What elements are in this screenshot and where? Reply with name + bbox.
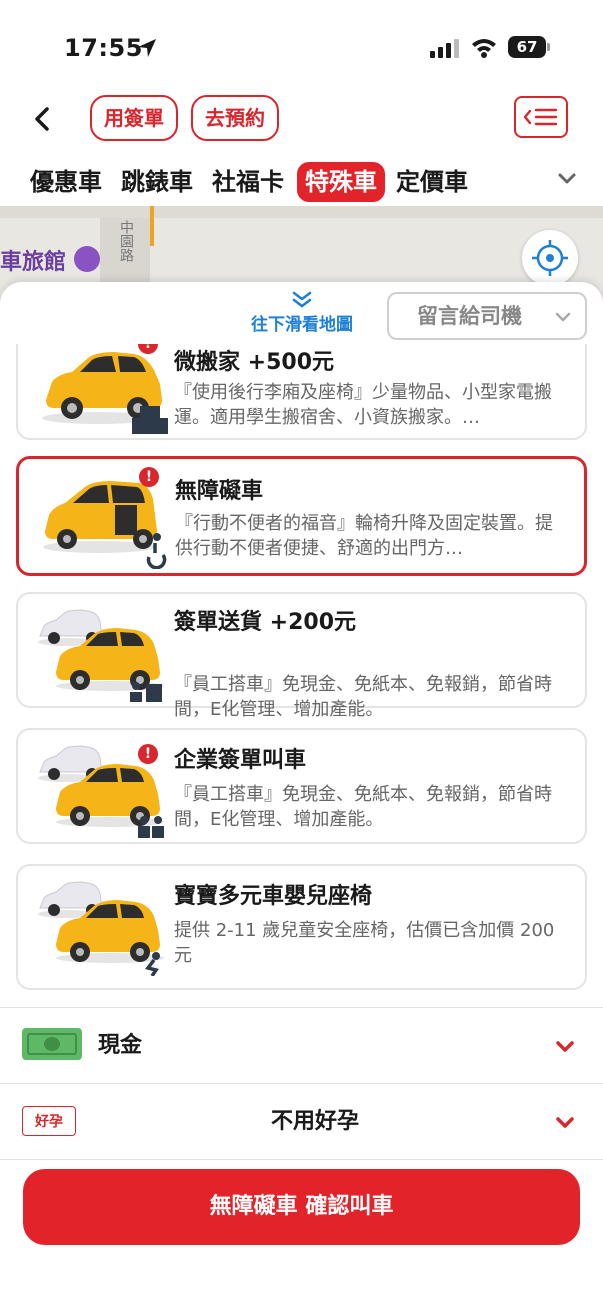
- info-icon[interactable]: !: [138, 744, 158, 764]
- reserve-button[interactable]: 去預約: [191, 95, 279, 141]
- service-card-corporate[interactable]: ! 企業簽單叫車 『員工搭車』免現金、免紙本、免報銷，節省時間，E化管理、增加產…: [16, 728, 587, 844]
- chevron-down-icon: [556, 1117, 574, 1128]
- chevron-down-icon: [556, 1041, 574, 1052]
- location-arrow-icon: [138, 39, 156, 57]
- tab-meter-car[interactable]: 跳錶車: [121, 162, 193, 202]
- service-card-accessible[interactable]: ! 無障礙車 『行動不便者的福音』輪椅升降及固定裝置。提供行動不便者便捷、舒適的…: [16, 456, 587, 576]
- tab-welfare-card[interactable]: 社福卡: [212, 162, 284, 202]
- child-seat-taxi-icon: [38, 881, 164, 976]
- battery-level: 67: [508, 36, 546, 58]
- status-bar: 17:55 67: [0, 0, 603, 90]
- delivery-taxi-icon: [38, 609, 164, 702]
- hotel-icon: [74, 246, 100, 272]
- service-title: 微搬家 +500元: [174, 350, 335, 375]
- cell-signal-icon: [430, 39, 459, 58]
- service-description: 『員工搭車』免現金、免紙本、免報銷，節省時間，E化管理、增加產能。: [174, 784, 552, 830]
- service-description: 『行動不便者的福音』輪椅升降及固定裝置。提供行動不便者便捷、舒適的出門方…: [175, 513, 553, 559]
- wifi-icon: [472, 39, 496, 58]
- chevron-down-icon[interactable]: [557, 172, 577, 186]
- tab-fixed-price-car[interactable]: 定價車: [396, 162, 468, 202]
- service-title: 簽單送貨 +200元: [174, 610, 357, 635]
- cash-icon: [22, 1028, 82, 1060]
- locate-me-button[interactable]: [522, 230, 578, 286]
- service-title: 企業簽單叫車: [174, 748, 307, 773]
- service-description: 『員工搭車』免現金、免紙本、免報銷，節省時間，E化管理、增加產能。: [174, 674, 552, 720]
- tab-special-car[interactable]: 特殊車: [297, 162, 385, 202]
- service-list: ! 微搬家 +500元 『使用後行李廂及座椅』少量物品、小型家電搬運。適用學生搬…: [0, 344, 603, 1006]
- double-chevron-down-icon: [292, 291, 312, 308]
- collapse-menu-icon: [523, 108, 558, 126]
- map-street-label: 中園路: [118, 220, 134, 262]
- swipe-hint[interactable]: 往下滑看地圖: [232, 290, 372, 335]
- info-icon[interactable]: !: [139, 467, 159, 487]
- swipe-hint-label: 往下滑看地圖: [251, 315, 353, 335]
- message-driver-select[interactable]: 留言給司機: [387, 292, 587, 340]
- payment-method-row[interactable]: 現金: [0, 1007, 603, 1083]
- wheelchair-van-icon: [43, 481, 167, 569]
- sign-order-button[interactable]: 用簽單: [90, 95, 178, 141]
- back-chevron-icon[interactable]: [28, 104, 58, 134]
- service-card-moving[interactable]: ! 微搬家 +500元 『使用後行李廂及座椅』少量物品、小型家電搬運。適用學生搬…: [16, 344, 587, 440]
- tab-discount-car[interactable]: 優惠車: [30, 162, 102, 202]
- service-description: 提供 2-11 歲兒童安全座椅，估價已含加價 200元: [174, 920, 555, 966]
- service-card-delivery[interactable]: 簽單送貨 +200元 『員工搭車』免現金、免紙本、免報銷，節省時間，E化管理、增…: [16, 592, 587, 720]
- service-title: 寶寶多元車嬰兒座椅: [174, 884, 373, 909]
- haoyun-option-row[interactable]: 好孕 不用好孕: [0, 1083, 603, 1159]
- haoyun-option-label: 不用好孕: [270, 1109, 359, 1134]
- chevron-down-icon: [555, 312, 571, 322]
- menu-button[interactable]: [514, 96, 568, 138]
- map-poi-label: 車旅館: [0, 250, 67, 275]
- message-driver-label: 留言給司機: [417, 304, 522, 328]
- confirm-call-car-button[interactable]: 無障礙車 確認叫車: [23, 1169, 580, 1245]
- status-time: 17:55: [64, 34, 143, 62]
- service-card-baby-seat[interactable]: 寶寶多元車嬰兒座椅 提供 2-11 歲兒童安全座椅，估價已含加價 200元: [16, 864, 587, 990]
- service-tabs: 優惠車 跳錶車 社福卡 特殊車 定價車: [0, 158, 603, 204]
- battery-icon: 67: [508, 36, 550, 58]
- taxi-icon: [42, 352, 168, 434]
- payment-method-label: 現金: [98, 1033, 143, 1058]
- service-description: 『使用後行李廂及座椅』少量物品、小型家電搬運。適用學生搬宿舍、小資族搬家。…: [174, 382, 552, 428]
- crosshair-icon: [532, 240, 568, 276]
- service-title: 無障礙車: [175, 479, 264, 504]
